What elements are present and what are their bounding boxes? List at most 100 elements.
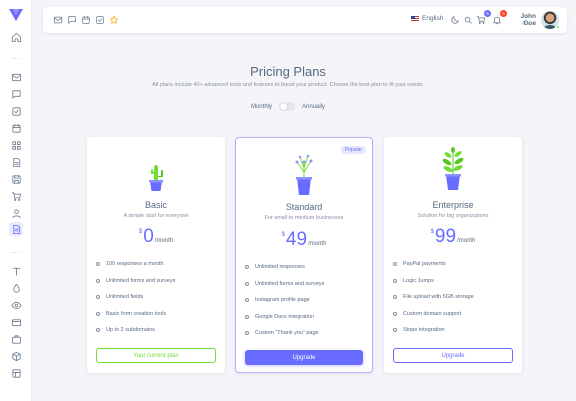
list-item: Custom “Thank you” page	[245, 325, 364, 342]
calendar-icon[interactable]	[80, 14, 91, 25]
flower-plant-icon	[295, 154, 313, 195]
price-amount: 99	[434, 226, 457, 247]
bell-icon[interactable]: 5	[491, 10, 507, 25]
calendar-icon[interactable]	[9, 121, 23, 135]
page-title: Pricing Plans	[250, 64, 326, 79]
user-icon[interactable]	[9, 206, 23, 220]
credit-card-icon[interactable]	[9, 315, 23, 329]
section-divider: ···	[11, 248, 21, 257]
monthly-label: Monthly	[250, 103, 272, 110]
upgrade-button[interactable]: Upgrade	[393, 348, 513, 363]
bullet-icon	[96, 278, 100, 283]
chat-icon[interactable]	[66, 14, 77, 25]
feature-text: Unlimited forms and surveys	[106, 277, 176, 284]
droplet-icon[interactable]	[9, 281, 23, 295]
home-icon[interactable]	[9, 30, 23, 44]
chat-icon[interactable]	[9, 87, 23, 101]
feature-text: Unlimited fields	[106, 294, 144, 301]
briefcase-icon[interactable]	[9, 332, 23, 346]
mail-icon[interactable]	[52, 14, 63, 25]
typography-icon[interactable]	[9, 264, 23, 278]
list-item: Unlimited responses	[245, 259, 364, 276]
list-item: Basic form creation tools	[96, 306, 217, 323]
notification-count-badge: 5	[500, 10, 507, 17]
bullet-icon	[245, 281, 249, 286]
upgrade-button[interactable]: Upgrade	[245, 350, 363, 365]
leafy-plant-icon	[442, 147, 464, 190]
language-selector[interactable]: English	[411, 15, 443, 22]
bullet-icon	[96, 328, 100, 333]
price-amount: 0	[143, 226, 154, 247]
layout-icon[interactable]	[9, 366, 23, 380]
online-status-dot	[556, 25, 560, 29]
plan-description: Solution for big organizations	[417, 213, 489, 219]
list-item: Unlimited forms and surveys	[245, 276, 364, 293]
list-item: PayPal payments	[393, 256, 514, 273]
billing-period-switch[interactable]	[279, 102, 295, 111]
pages-icon[interactable]	[9, 222, 23, 236]
search-icon[interactable]	[462, 14, 473, 25]
plan-name: Basic	[144, 200, 167, 210]
cart-icon[interactable]: 5	[475, 10, 491, 25]
bullet-icon	[96, 295, 100, 300]
star-icon[interactable]	[108, 14, 119, 25]
bullet-icon	[393, 328, 397, 333]
feature-text: Google Docs integration	[255, 313, 315, 320]
save-icon[interactable]	[9, 172, 23, 186]
page-subtitle: All plans include 40+ advanced tools and…	[152, 82, 424, 88]
price-period: /month	[457, 238, 476, 244]
plan-name: Standard	[285, 202, 323, 212]
feature-text: Up to 2 subdomains	[106, 327, 155, 334]
language-label: English	[422, 15, 444, 22]
price-period: /month	[308, 241, 327, 247]
price-currency: $	[138, 229, 143, 235]
list-item: File upload with 5GB storage	[393, 289, 514, 306]
list-item: Stripe integration	[393, 322, 514, 339]
price-amount: 49	[285, 229, 308, 250]
plan-price: $ 49 /month	[236, 230, 372, 249]
plan-card-basic: Basic A simple start for everyone $ 0 /m…	[87, 137, 225, 373]
moon-icon[interactable]	[449, 14, 460, 25]
logo-icon[interactable]	[8, 8, 24, 22]
plan-price: $ 0 /month	[87, 227, 225, 246]
feature-list: 100 responses a month Unlimited forms an…	[96, 256, 217, 339]
us-flag-icon	[411, 15, 419, 22]
annually-label: Annually	[302, 103, 326, 110]
price-period: /month	[154, 238, 174, 244]
feature-text: Custom domain support	[403, 310, 462, 317]
list-item: Custom domain support	[393, 306, 514, 323]
user-role: Admin	[521, 21, 536, 27]
kanban-icon[interactable]	[9, 138, 23, 152]
cart-icon[interactable]	[9, 189, 23, 203]
bullet-icon	[245, 331, 249, 336]
list-item: Instagram profile page	[245, 292, 364, 309]
eye-icon[interactable]	[9, 298, 23, 312]
plan-price: $ 99 /month	[384, 227, 522, 246]
popular-badge: Popular	[340, 146, 366, 154]
list-item: Unlimited fields	[96, 289, 217, 306]
bullet-icon	[245, 298, 249, 303]
list-item: Logic Jumps	[393, 273, 514, 290]
plan-card-enterprise: Enterprise Solution for big organization…	[384, 137, 522, 373]
invoice-icon[interactable]	[9, 155, 23, 169]
bullet-icon	[96, 311, 100, 316]
current-plan-button[interactable]: Your current plan	[96, 348, 216, 363]
list-item: Up to 2 subdomains	[96, 322, 217, 339]
feature-text: 100 responses a month	[106, 261, 164, 268]
price-currency: $	[430, 229, 434, 235]
todo-icon[interactable]	[94, 14, 105, 25]
section-divider: ···	[11, 54, 21, 63]
feature-text: Basic form creation tools	[106, 310, 167, 317]
feature-text: File upload with 5GB storage	[403, 294, 474, 301]
bullet-icon	[245, 314, 249, 319]
box-icon[interactable]	[9, 349, 23, 363]
feature-list: Unlimited responses Unlimited forms and …	[245, 259, 364, 342]
plan-description: For small to medium businesses	[264, 215, 344, 221]
plan-card-standard: Popular Standard For small to medium bus…	[235, 137, 373, 373]
feature-text: Stripe integration	[403, 327, 445, 334]
plan-description: A simple start for everyone	[123, 213, 189, 219]
feature-text: PayPal payments	[403, 261, 446, 268]
list-item: Google Docs integration	[245, 309, 364, 326]
plan-name: Enterprise	[432, 200, 474, 210]
sidebar: ··· ···	[0, 0, 32, 401]
